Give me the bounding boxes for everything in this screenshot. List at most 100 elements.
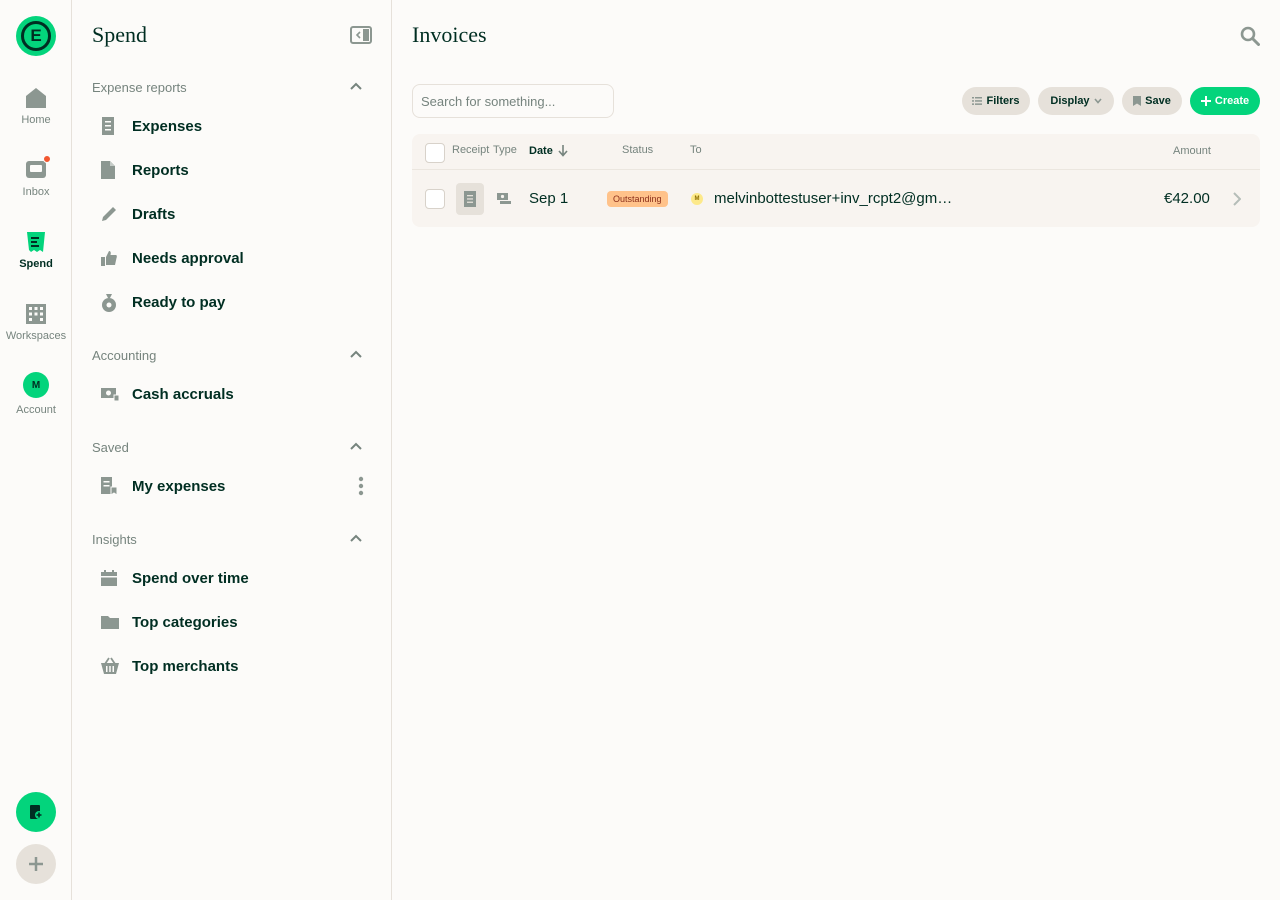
recipient-avatar: M [691,193,703,205]
collapse-sidebar-icon[interactable] [350,26,372,44]
filter-icon [972,97,983,105]
column-amount[interactable]: Amount [1173,145,1211,157]
sidebar-item-drafts[interactable]: Drafts [92,196,372,232]
table-row[interactable]: Sep 1 Outstanding M melvinbottestuser+in… [412,171,1260,227]
folder-icon [101,616,119,629]
section-label: Expense reports [92,80,187,95]
column-receipt[interactable]: Receipt [452,144,489,156]
global-nav-rail: E Home Inbox Spend Workspaces M Account [0,0,72,900]
filters-label: Filters [986,95,1020,107]
page-title: Invoices [412,22,487,47]
create-button[interactable]: Create [1190,87,1260,115]
sidebar-item-label: Drafts [132,205,176,223]
sidebar-item-spend-over-time[interactable]: Spend over time [92,560,372,596]
table-header: Receipt Type Date Status To Amount [412,134,1260,170]
chevron-right-icon[interactable] [1233,192,1241,206]
filters-button[interactable]: Filters [962,87,1030,115]
chevron-up-icon [350,442,362,450]
section-label: Saved [92,440,129,455]
rail-item-spend[interactable]: Spend [0,230,72,290]
row-amount: €42.00 [1164,190,1210,207]
rail-item-workspaces[interactable]: Workspaces [0,302,72,362]
spend-sidebar: Spend Expense reports Expenses Reports D… [72,0,392,900]
sidebar-item-label: Top merchants [132,657,239,675]
display-button[interactable]: Display [1038,87,1114,115]
sidebar-item-needs-approval[interactable]: Needs approval [92,240,372,276]
search-icon[interactable] [1240,26,1260,46]
search-input[interactable] [412,84,614,118]
sidebar-item-reports[interactable]: Reports [92,152,372,188]
rail-label-home: Home [21,114,51,126]
rail-item-home[interactable]: Home [0,86,72,146]
sidebar-item-label: Ready to pay [132,293,226,311]
logo-letter: E [21,21,51,51]
money-bag-icon [102,294,116,312]
rail-item-inbox[interactable]: Inbox [0,155,72,218]
receipt-icon [102,117,114,135]
column-to[interactable]: To [690,144,702,156]
sidebar-item-expenses[interactable]: Expenses [92,108,372,144]
chevron-up-icon [350,350,362,358]
sidebar-item-label: Reports [132,161,189,179]
column-status[interactable]: Status [622,144,653,156]
sidebar-item-label: Spend over time [132,569,249,587]
cash-icon [101,388,120,402]
quick-action-button[interactable] [16,792,56,832]
cash-type-icon [497,193,511,204]
section-expense-reports[interactable]: Expense reports [92,80,362,100]
receipt-icon [464,191,476,207]
section-accounting[interactable]: Accounting [92,348,362,368]
bookmark-icon [1133,96,1142,106]
calendar-icon [101,570,117,586]
rail-label-inbox: Inbox [22,186,50,198]
more-options-icon[interactable] [358,476,364,496]
row-date: Sep 1 [529,190,569,207]
row-checkbox[interactable] [425,189,445,209]
rail-label-workspaces: Workspaces [5,330,67,342]
pencil-icon [102,207,116,221]
document-icon [101,161,115,179]
create-label: Create [1214,95,1250,107]
receipt-thumbnail[interactable] [456,183,484,215]
main-content: Invoices Filters Display Save Create Rec… [392,0,1280,900]
sidebar-item-label: Cash accruals [132,385,234,403]
select-all-checkbox[interactable] [425,143,445,163]
sort-arrow-down-icon [558,145,568,157]
rail-label-spend: Spend [19,258,53,270]
receipt-icon [27,232,45,252]
invoices-table: Receipt Type Date Status To Amount Sep 1… [412,134,1260,227]
basket-icon [101,657,119,674]
sidebar-item-cash-accruals[interactable]: Cash accruals [92,376,372,412]
inbox-icon [24,155,51,182]
sidebar-item-my-expenses[interactable]: My expenses [92,468,372,504]
rail-label-account: Account [16,404,56,416]
home-icon [26,88,46,108]
save-label: Save [1145,95,1171,107]
section-label: Accounting [92,348,157,363]
sidebar-item-top-categories[interactable]: Top categories [92,604,372,640]
section-label: Insights [92,532,137,547]
save-button[interactable]: Save [1122,87,1182,115]
sidebar-item-label: Expenses [132,117,203,135]
sidebar-item-label: Needs approval [132,249,244,267]
plus-icon [1200,96,1211,106]
column-type[interactable]: Type [493,144,517,156]
plus-icon [29,857,43,871]
sidebar-title: Spend [92,22,147,47]
sidebar-item-top-merchants[interactable]: Top merchants [92,648,372,684]
chevron-up-icon [350,534,362,542]
status-badge: Outstanding [607,191,668,207]
sidebar-item-ready-to-pay[interactable]: Ready to pay [92,284,372,320]
column-date[interactable]: Date [529,145,553,157]
section-insights[interactable]: Insights [92,532,362,552]
chevron-down-icon [1093,98,1102,104]
floating-add-button[interactable] [16,844,56,884]
rail-item-account[interactable]: M Account [0,372,72,432]
section-saved[interactable]: Saved [92,440,362,460]
sidebar-item-label: My expenses [132,477,226,495]
thumbs-up-icon [101,251,117,266]
inbox-notification-dot [43,155,51,163]
chevron-up-icon [350,82,362,90]
expensify-logo[interactable]: E [16,16,56,56]
row-recipient: melvinbottestuser+inv_rcpt2@gm… [714,190,953,207]
